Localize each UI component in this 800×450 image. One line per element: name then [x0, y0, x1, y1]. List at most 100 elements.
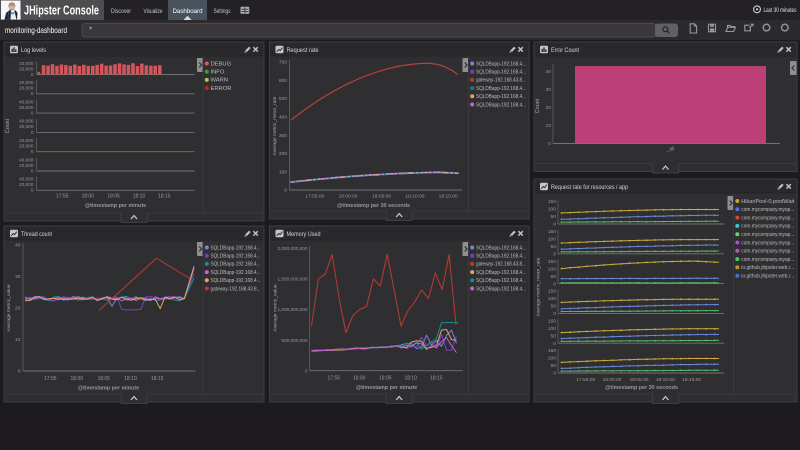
svg-text:20,000: 20,000 [19, 144, 34, 149]
svg-text:150: 150 [548, 199, 556, 205]
svg-text:Discover: Discover [111, 8, 132, 15]
svg-text:20,000: 20,000 [19, 105, 34, 110]
svg-text:SQLDBapp-192.168.4...: SQLDBapp-192.168.4... [476, 286, 526, 292]
svg-text:DEBUG: DEBUG [211, 61, 232, 67]
svg-text:100: 100 [548, 237, 556, 243]
svg-text:SQLDBapp-192.168.4...: SQLDBapp-192.168.4... [476, 254, 526, 260]
svg-text:18:15: 18:15 [430, 376, 443, 382]
svg-text:Count: Count [5, 118, 11, 133]
svg-text:0: 0 [18, 369, 21, 375]
svg-text:40,000: 40,000 [19, 80, 34, 85]
svg-text:20: 20 [546, 105, 552, 111]
svg-text:18:15: 18:15 [151, 376, 164, 382]
svg-text:SQLDBapp-192.168.4...: SQLDBapp-192.168.4... [211, 270, 261, 276]
svg-text:30: 30 [15, 274, 21, 280]
svg-text:0: 0 [553, 341, 556, 347]
svg-text:18:15:00: 18:15:00 [682, 377, 701, 383]
svg-text:20: 20 [15, 306, 21, 312]
svg-text:17:55: 17:55 [56, 194, 69, 200]
svg-text:0: 0 [548, 141, 551, 147]
svg-text:10: 10 [15, 337, 21, 343]
svg-text:18:15: 18:15 [158, 194, 171, 200]
svg-text:100: 100 [548, 356, 556, 362]
svg-text:50: 50 [551, 274, 557, 280]
svg-text:gateway-192.168.43.8...: gateway-192.168.43.8... [476, 262, 526, 268]
svg-text:150: 150 [548, 229, 556, 235]
svg-text:@timestamp per minute: @timestamp per minute [356, 385, 417, 391]
svg-text:150: 150 [548, 289, 556, 295]
svg-text:Dashboard: Dashboard [173, 8, 203, 15]
svg-text:Visualize: Visualize [144, 8, 163, 15]
svg-text:com.mycompany.myap...: com.mycompany.myap... [741, 224, 794, 230]
svg-text:20,000: 20,000 [19, 182, 34, 187]
svg-text:200: 200 [279, 151, 287, 157]
svg-text:18:05: 18:05 [379, 376, 392, 382]
svg-text:_all: _all [666, 147, 675, 153]
svg-text:JHipster Console: JHipster Console [24, 4, 99, 18]
svg-text:SQLDBapp-192.168.4...: SQLDBapp-192.168.4... [476, 70, 526, 76]
svg-text:0: 0 [553, 252, 556, 258]
svg-text:18:00: 18:00 [71, 376, 84, 382]
svg-text:gateway-192.168.43.8...: gateway-192.168.43.8... [476, 78, 526, 84]
svg-text:Request rate: Request rate [287, 47, 319, 54]
svg-text:40,000: 40,000 [19, 157, 34, 162]
svg-text:@timestamp per minute: @timestamp per minute [78, 385, 139, 391]
svg-text:18:10:00: 18:10:00 [405, 194, 424, 200]
svg-text:40,000: 40,000 [19, 138, 34, 143]
svg-text:io.github.jhipster.web.r...: io.github.jhipster.web.r... [741, 274, 794, 280]
svg-text:40: 40 [15, 243, 21, 249]
svg-text:0: 0 [31, 149, 34, 154]
svg-text:0: 0 [305, 368, 308, 373]
svg-text:@timestamp per 30 seconds: @timestamp per 30 seconds [605, 385, 678, 391]
svg-text:100: 100 [548, 266, 556, 272]
svg-text:600: 600 [279, 78, 287, 84]
svg-text:17:55: 17:55 [328, 376, 341, 382]
svg-text:@timestamp per minute: @timestamp per minute [85, 203, 146, 209]
svg-text:0: 0 [31, 168, 34, 173]
svg-text:40,000: 40,000 [19, 61, 34, 66]
svg-text:50: 50 [551, 214, 557, 220]
svg-text:300: 300 [279, 133, 287, 139]
svg-text:com.mycompany.myap...: com.mycompany.myap... [741, 240, 794, 246]
svg-text:18:10:00: 18:10:00 [656, 377, 675, 383]
svg-text:17:55:00: 17:55:00 [576, 377, 595, 383]
svg-text:18:10: 18:10 [133, 194, 146, 200]
svg-text:0: 0 [31, 72, 34, 77]
svg-text:18:05: 18:05 [97, 376, 110, 382]
svg-text:Error Count: Error Count [551, 47, 579, 54]
svg-text:WARN: WARN [211, 78, 229, 84]
svg-text:SQLDBapp-192.168.4...: SQLDBapp-192.168.4... [476, 245, 526, 251]
svg-text:100: 100 [548, 326, 556, 332]
svg-text:0: 0 [31, 91, 34, 96]
svg-text:150: 150 [548, 348, 556, 354]
svg-text:18:00: 18:00 [81, 194, 94, 200]
svg-text:17:55: 17:55 [44, 376, 57, 382]
svg-text:18:05:00: 18:05:00 [629, 377, 648, 383]
svg-text:com.mycompany.myap...: com.mycompany.myap... [741, 257, 794, 263]
svg-text:18:05:00: 18:05:00 [372, 194, 391, 200]
svg-text:Memory Used: Memory Used [287, 231, 321, 238]
svg-text:40,000: 40,000 [19, 119, 34, 124]
svg-text:0: 0 [553, 371, 556, 377]
svg-text:18:05: 18:05 [107, 194, 120, 200]
svg-text:SQLDBapp-192.168.4...: SQLDBapp-192.168.4... [476, 86, 526, 92]
svg-text:40,000: 40,000 [19, 99, 34, 104]
svg-text:20,000: 20,000 [19, 163, 34, 168]
svg-text:Average metric_value: Average metric_value [6, 284, 12, 331]
svg-text:com.mycompany.myap...: com.mycompany.myap... [741, 232, 794, 238]
svg-text:0: 0 [553, 281, 556, 287]
svg-text:1,500,000,000: 1,500,000,000 [278, 277, 308, 282]
svg-text:Settings: Settings [214, 8, 231, 15]
svg-text:0: 0 [553, 222, 556, 228]
svg-text:ERROR: ERROR [211, 86, 232, 92]
svg-text:com.mycompany.myap...: com.mycompany.myap... [741, 207, 794, 213]
svg-text:500: 500 [279, 96, 287, 102]
svg-text:20,000: 20,000 [19, 66, 34, 71]
svg-text:150: 150 [548, 259, 556, 265]
svg-text:0: 0 [553, 311, 556, 317]
svg-text:10: 10 [546, 123, 552, 129]
svg-text:*: * [89, 26, 92, 35]
svg-text:SQLDBapp-192.168.4...: SQLDBapp-192.168.4... [476, 94, 526, 100]
svg-text:INFO: INFO [211, 70, 225, 76]
svg-text:50: 50 [551, 363, 557, 369]
